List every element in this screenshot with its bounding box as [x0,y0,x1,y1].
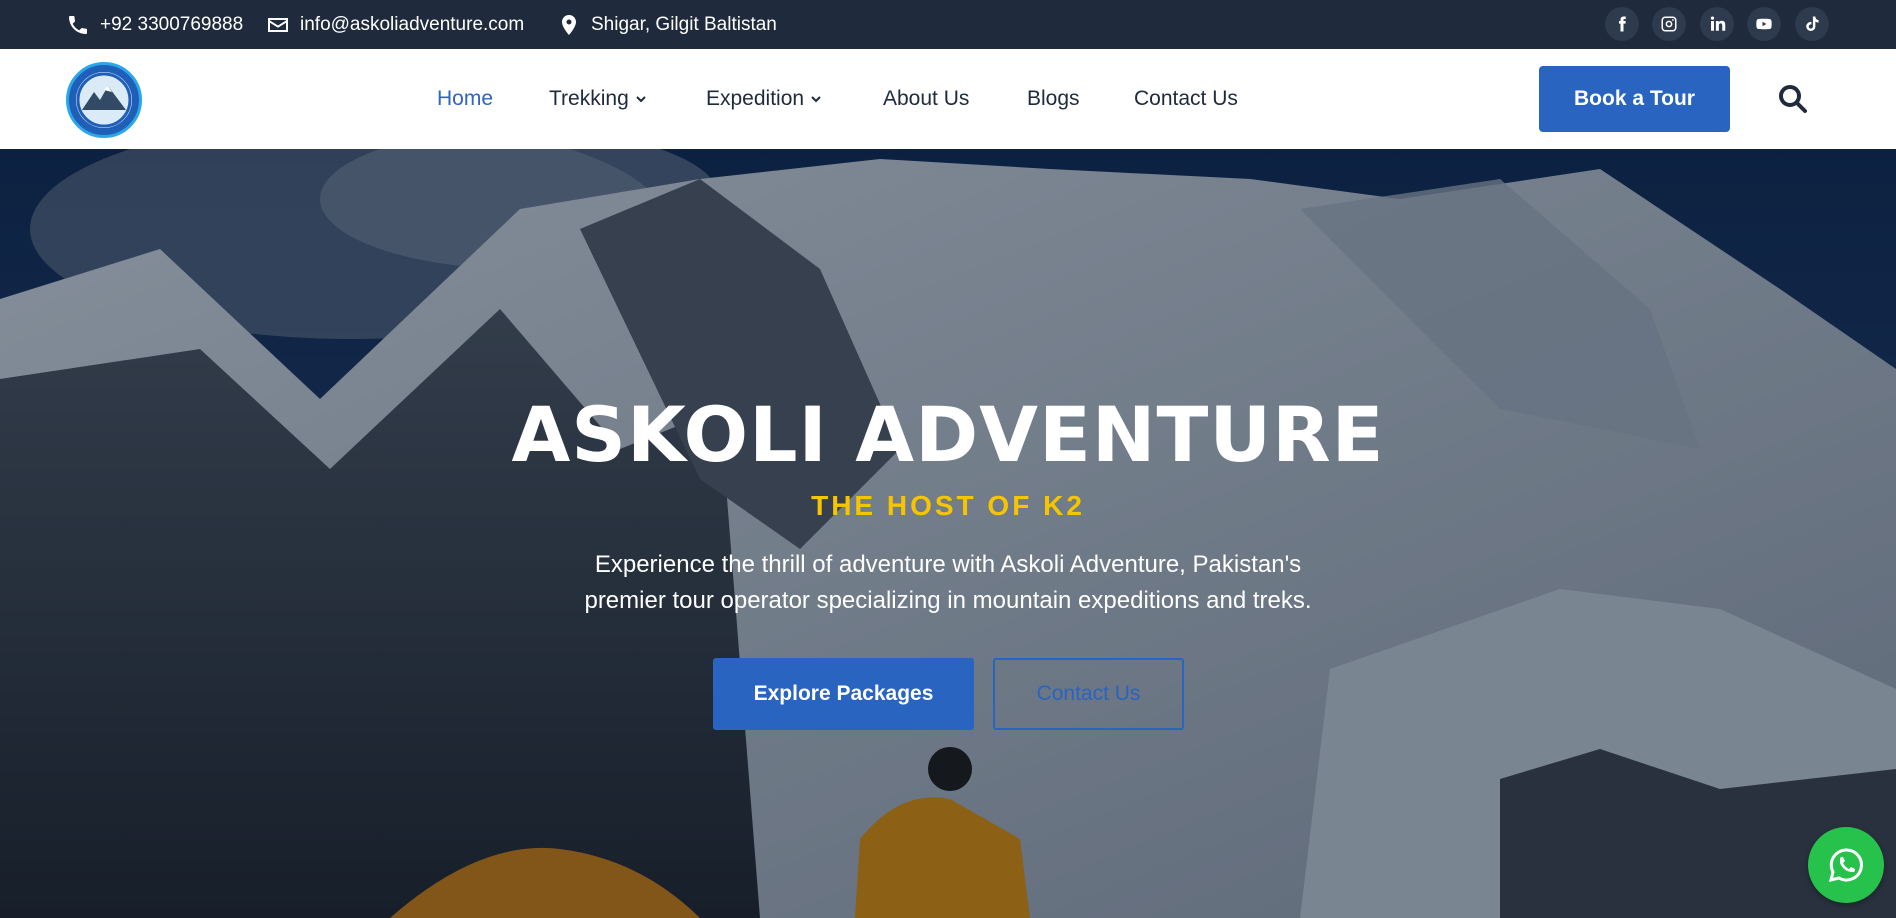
nav-trekking[interactable]: Trekking [549,49,647,149]
nav-blogs-label: Blogs [1027,87,1080,110]
linkedin-icon [1710,16,1726,31]
nav-expedition[interactable]: Expedition [706,49,822,149]
facebook-icon [1619,16,1626,32]
search-icon[interactable] [1777,83,1809,115]
hero-description-line2: premier tour operator specializing in mo… [584,587,1312,614]
nav-about-label: About Us [883,87,970,110]
phone-contact[interactable]: +92 3300769888 [66,0,243,49]
nav-expedition-label: Expedition [706,87,805,110]
logo-emblem [76,72,132,128]
email-address: info@askoliadventure.com [300,13,525,35]
hero-subtitle: THE HOST OF K2 [811,490,1085,521]
youtube-link[interactable] [1747,7,1781,41]
phone-number: +92 3300769888 [100,13,244,35]
top-bar: +92 3300769888 info@askoliadventure.com … [0,0,1896,49]
whatsapp-chat-button[interactable] [1808,827,1884,903]
nav-home-label: Home [437,87,494,110]
nav-contact-label: Contact Us [1134,87,1238,110]
nav-home[interactable]: Home [437,49,493,149]
hero-overlay [0,149,1896,918]
hero-section: ASKOLI ADVENTURE THE HOST OF K2 Experien… [0,149,1896,918]
chevron-down-icon [811,96,821,103]
envelope-icon [268,17,288,32]
map-pin-icon [562,14,576,35]
chevron-down-icon [636,96,646,103]
nav-about[interactable]: About Us [883,49,969,149]
hero-description-line1: Experience the thrill of adventure with … [594,551,1302,578]
location-text: Shigar, Gilgit Baltistan [591,13,777,35]
instagram-link[interactable] [1652,7,1686,41]
tiktok-icon [1806,16,1819,32]
whatsapp-icon [1828,848,1863,883]
facebook-link[interactable] [1605,7,1639,41]
phone-icon [69,15,87,34]
hero-title: ASKOLI ADVENTURE [511,390,1385,479]
explore-packages-button[interactable]: Explore Packages [713,658,974,730]
youtube-icon [1756,18,1772,30]
hero-contact-button[interactable]: Contact Us [993,658,1184,730]
book-tour-button[interactable]: Book a Tour [1539,66,1730,132]
location-contact: Shigar, Gilgit Baltistan [557,0,777,49]
main-navigation: Home Trekking Expedition About Us Blogs … [0,49,1896,149]
site-logo[interactable] [66,62,142,138]
nav-blogs[interactable]: Blogs [1027,49,1080,149]
instagram-icon [1661,16,1677,32]
hero-description: Experience the thrill of adventure with … [548,547,1348,619]
linkedin-link[interactable] [1700,7,1734,41]
nav-contact[interactable]: Contact Us [1134,49,1238,149]
nav-trekking-label: Trekking [549,87,629,110]
email-contact[interactable]: info@askoliadventure.com [266,0,524,49]
tiktok-link[interactable] [1795,7,1829,41]
